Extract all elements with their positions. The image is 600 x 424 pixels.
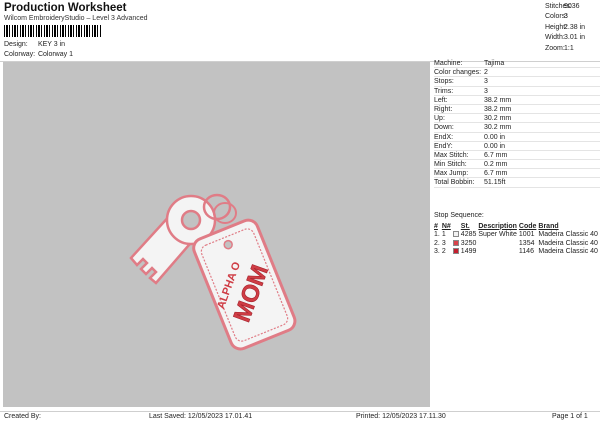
col-color bbox=[453, 222, 461, 231]
table-row: 3. 2 1499 1146 Madeira Classic 40 bbox=[434, 248, 598, 256]
table-row: 2. 3 3250 1354 Madeira Classic 40 bbox=[434, 239, 598, 247]
footer-created-by: Created By: bbox=[4, 413, 41, 420]
design-row: Design: KEY 3 in bbox=[4, 41, 65, 48]
table-row: 1. 1 4285 Super White 1001 Madeira Class… bbox=[434, 231, 598, 239]
detail-total-bobbin: Total Bobbin: 51.15ft bbox=[434, 178, 600, 188]
stat-stitches: Stitches:9036 bbox=[545, 3, 580, 10]
detail-min-stitch: Min Stitch: 0.2 mm bbox=[434, 160, 600, 170]
colorway-label: Colorway: bbox=[4, 51, 36, 58]
stat-width: Width:3.01 in bbox=[545, 34, 586, 42]
footer-last-saved: Last Saved: 12/05/2023 17.01.41 bbox=[149, 413, 253, 420]
design-preview-canvas: ALPHA O MOM bbox=[3, 62, 430, 407]
detail-max-jump: Max Jump: 6.7 mm bbox=[434, 169, 600, 179]
col-brand: Brand bbox=[538, 222, 559, 230]
col-code: Code bbox=[518, 222, 537, 230]
key-ring-inner bbox=[213, 202, 237, 224]
stop-sequence-title: Stop Sequence: bbox=[434, 212, 484, 219]
table-header-row: # N# St. Description Code Brand bbox=[434, 222, 600, 231]
detail-stops: Stops: 3 bbox=[434, 77, 600, 87]
design-label: Design: bbox=[4, 41, 28, 48]
detail-endy: EndY: 0.00 in bbox=[434, 142, 600, 151]
stat-height: Height:2.38 in bbox=[545, 23, 586, 31]
software-subtitle: Wilcom EmbroideryStudio – Level 3 Advanc… bbox=[4, 15, 148, 22]
col-n: N# bbox=[441, 222, 451, 230]
color-swatch bbox=[452, 248, 459, 255]
footer-divider bbox=[0, 411, 600, 412]
footer-printed: Printed: 12/05/2023 17.11.30 bbox=[356, 413, 446, 420]
color-swatch bbox=[452, 231, 459, 238]
col-num: # bbox=[434, 222, 438, 230]
detail-max-stitch: Max Stitch: 6.7 mm bbox=[434, 151, 600, 161]
detail-up: Up: 30.2 mm bbox=[434, 114, 600, 124]
stat-zoom: Zoom:1:1 bbox=[545, 44, 574, 52]
detail-right: Right: 38.2 mm bbox=[434, 105, 600, 115]
detail-machine: Machine: Tajima bbox=[434, 59, 600, 69]
stat-colors: Colors:3 bbox=[545, 13, 568, 21]
barcode bbox=[4, 25, 102, 37]
stop-sequence-table: # N# St. Description Code Brand 1. 1 428… bbox=[434, 222, 600, 256]
detail-endx: EndX: 0.00 in bbox=[434, 133, 600, 142]
colorway-row: Colorway: Colorway 1 bbox=[4, 51, 73, 58]
detail-trims: Trims: 3 bbox=[434, 87, 600, 96]
design-value: KEY 3 in bbox=[37, 41, 66, 48]
detail-left: Left: 38.2 mm bbox=[434, 96, 600, 105]
colorway-value: Colorway 1 bbox=[37, 51, 73, 58]
col-st: St. bbox=[460, 222, 470, 230]
key-design-artwork: ALPHA O MOM bbox=[129, 193, 297, 351]
col-description: Description bbox=[478, 222, 517, 230]
color-swatch bbox=[452, 239, 459, 246]
detail-down: Down: 30.2 mm bbox=[434, 123, 600, 133]
detail-color-changes: Color changes: 2 bbox=[434, 68, 600, 78]
machine-details-panel: Machine: Tajima Color changes: 2 Stops: 3 T… bbox=[434, 59, 600, 188]
footer-page: Page 1 of 1 bbox=[552, 413, 588, 420]
stats-panel: Stitches:9036 Colors:3 Height:2.38 in Wi… bbox=[545, 2, 597, 54]
page-title: Production Worksheet bbox=[4, 2, 127, 14]
